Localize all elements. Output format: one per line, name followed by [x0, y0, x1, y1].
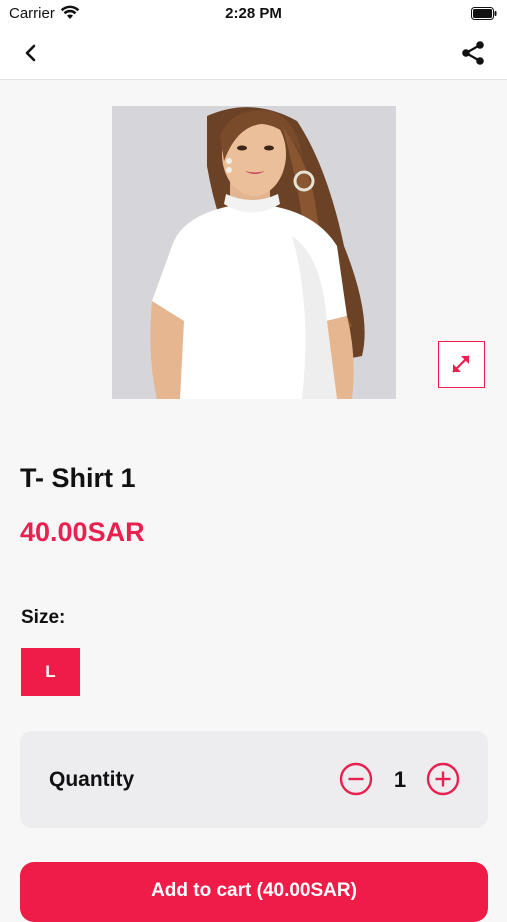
size-label: Size:: [21, 607, 66, 628]
product-image[interactable]: [112, 106, 396, 399]
expand-image-button[interactable]: [438, 341, 485, 388]
size-option-l[interactable]: L: [21, 648, 80, 696]
increase-quantity-button[interactable]: [426, 762, 460, 796]
status-bar: Carrier 2:28 PM: [0, 0, 507, 28]
share-button[interactable]: [459, 39, 487, 67]
quantity-label: Quantity: [49, 768, 135, 791]
quantity-value: 1: [393, 767, 407, 792]
quantity-card: Quantity 1: [20, 731, 488, 828]
navigation-bar: [0, 28, 507, 80]
battery-icon: [471, 7, 497, 20]
decrease-quantity-button[interactable]: [339, 762, 373, 796]
clock: 2:28 PM: [225, 5, 282, 22]
model-photo-illustration: [112, 106, 396, 399]
add-to-cart-button[interactable]: Add to cart (40.00SAR): [20, 862, 488, 922]
product-price: 40.00SAR: [20, 517, 145, 547]
back-button[interactable]: [18, 40, 44, 66]
expand-arrows-icon: [452, 355, 470, 373]
product-title: T- Shirt 1: [20, 463, 136, 493]
